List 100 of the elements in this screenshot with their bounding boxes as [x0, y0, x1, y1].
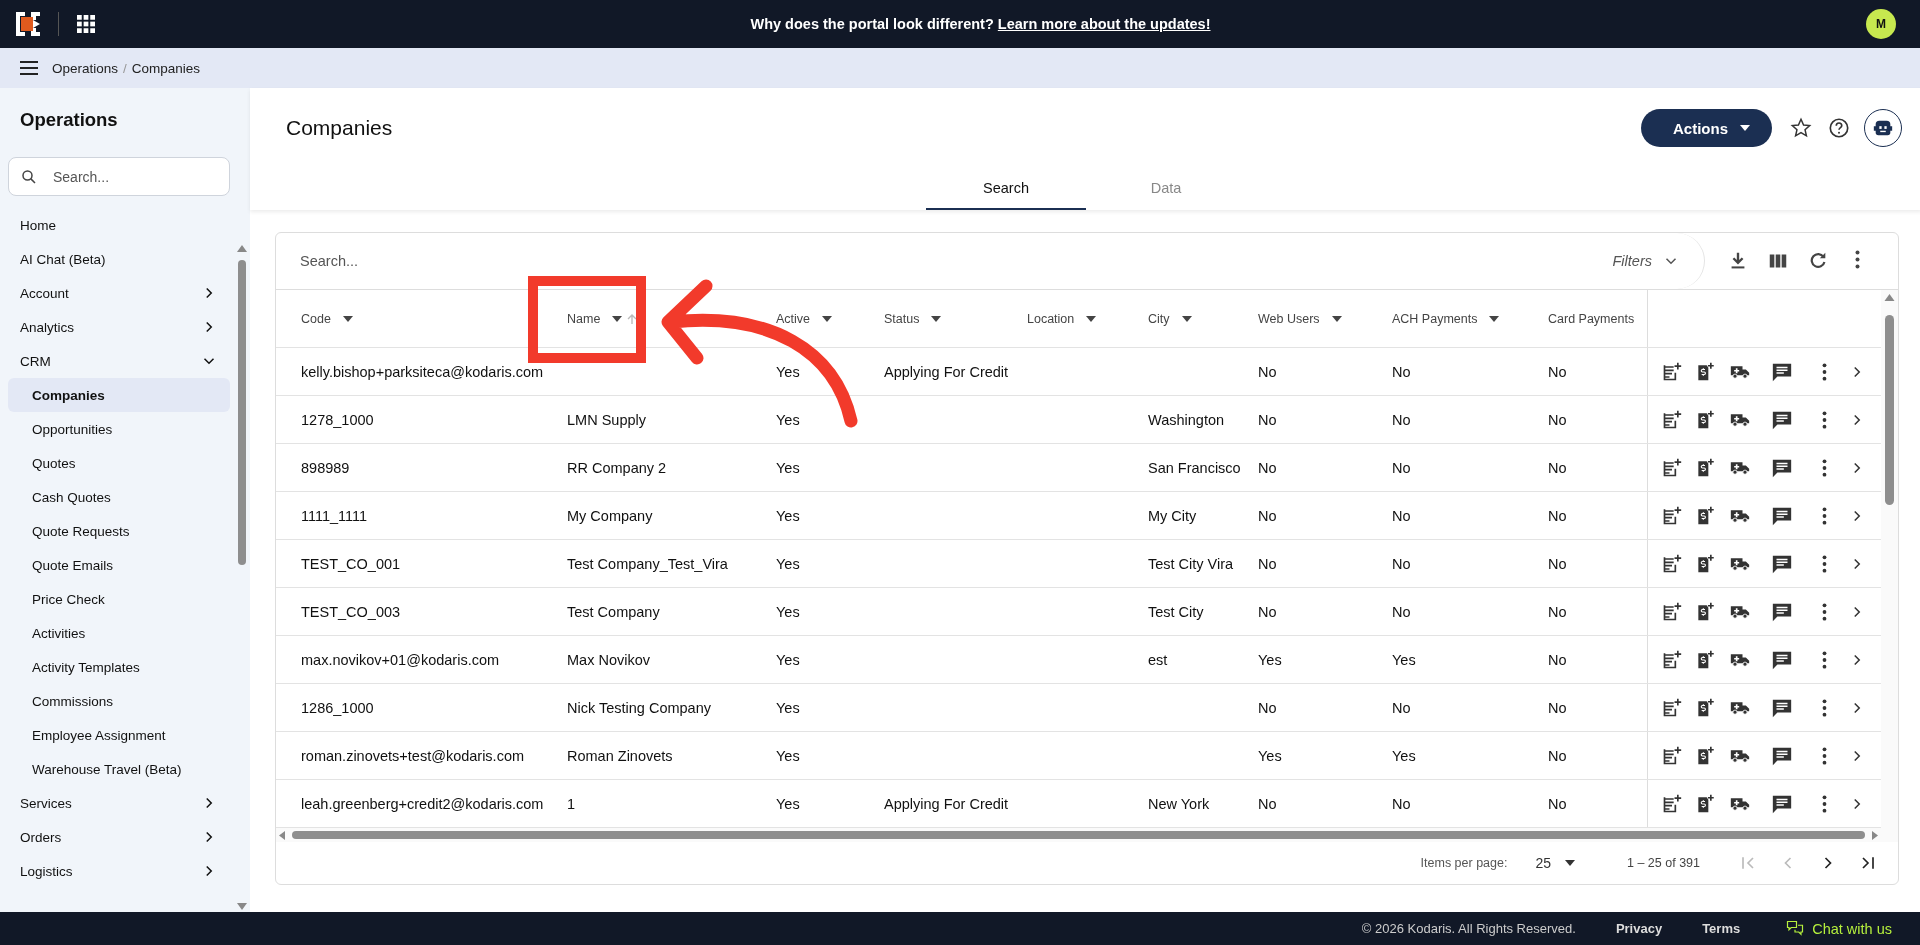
- table-cell: TEST_CO_003: [301, 603, 401, 620]
- table-cell: Yes: [776, 699, 800, 716]
- column-header[interactable]: ACH Payments: [1392, 311, 1500, 326]
- table-cell: No: [1548, 411, 1567, 428]
- table-cell: 1: [567, 795, 576, 812]
- sidebar-item[interactable]: Orders: [8, 820, 230, 854]
- table-cell: No: [1258, 363, 1277, 380]
- tab[interactable]: Data: [1086, 168, 1246, 210]
- scrollbar[interactable]: [236, 245, 248, 912]
- table-cell: Nick Testing Company: [567, 699, 711, 716]
- copyright-text: © 2026 Kodaris. All Rights Reserved.: [1361, 921, 1576, 936]
- scroll-up-icon[interactable]: [1884, 294, 1895, 301]
- user-avatar[interactable]: M: [1866, 9, 1896, 39]
- sidebar-item[interactable]: Analytics: [8, 310, 230, 344]
- table-cell: Yes: [1258, 747, 1282, 764]
- sidebar-item[interactable]: Price Check: [8, 582, 230, 616]
- table-cell: No: [1392, 555, 1411, 572]
- column-header[interactable]: Status: [884, 311, 942, 326]
- sidebar-item[interactable]: Services: [8, 786, 230, 820]
- sidebar-item[interactable]: Account: [8, 276, 230, 310]
- range-label: 1 – 25 of 391: [1627, 856, 1700, 870]
- sidebar-item[interactable]: Cash Quotes: [8, 480, 230, 514]
- table-cell: No: [1258, 699, 1277, 716]
- column-header[interactable]: Code: [301, 311, 353, 326]
- table-cell: Roman Zinovets: [567, 747, 673, 764]
- table-cell: No: [1548, 603, 1567, 620]
- table-cell: No: [1392, 507, 1411, 524]
- scroll-down-icon[interactable]: [237, 903, 247, 910]
- scrollbar-thumb[interactable]: [1885, 315, 1894, 505]
- table-cell: No: [1392, 363, 1411, 380]
- scrollbar[interactable]: [1881, 290, 1898, 828]
- scrollbar[interactable]: [276, 828, 1898, 842]
- scroll-right-icon[interactable]: [1872, 831, 1878, 840]
- sidebar-item[interactable]: Companies: [8, 378, 230, 412]
- scrollbar-thumb[interactable]: [238, 260, 246, 565]
- sidebar-item[interactable]: CRM: [8, 344, 230, 378]
- table-cell: leah.greenberg+credit2@kodaris.com: [301, 795, 544, 812]
- footer-link[interactable]: Terms: [1702, 921, 1741, 936]
- table-cell: No: [1548, 651, 1567, 668]
- table-cell: Test City: [1148, 603, 1204, 620]
- table-cell: No: [1392, 795, 1411, 812]
- table-cell: Yes: [776, 603, 800, 620]
- sidebar-item[interactable]: Quote Requests: [8, 514, 230, 548]
- table-cell: 1111_1111: [301, 507, 368, 524]
- table-cell: No: [1548, 459, 1567, 476]
- learn-more-link[interactable]: Learn more about the updates!: [997, 16, 1211, 32]
- filters-button[interactable]: Filters: [1606, 251, 1686, 271]
- scroll-left-icon[interactable]: [279, 831, 285, 840]
- table-cell: Test City Vira: [1148, 555, 1234, 572]
- sidebar-item[interactable]: AI Chat (Beta): [8, 242, 230, 276]
- search-icon: [20, 168, 38, 186]
- column-header[interactable]: Location: [1027, 311, 1097, 326]
- column-header[interactable]: Web Users: [1258, 311, 1342, 326]
- table-cell: San Francisco: [1148, 459, 1241, 476]
- actions-button[interactable]: Actions: [1641, 109, 1772, 147]
- sort-icon: [1086, 315, 1097, 322]
- sidebar-item[interactable]: Quotes: [8, 446, 230, 480]
- table-cell: Yes: [776, 795, 800, 812]
- page-size-select[interactable]: 25: [1529, 854, 1581, 872]
- scrollbar-thumb[interactable]: [292, 831, 1865, 839]
- table-cell: RR Company 2: [567, 459, 667, 476]
- column-header[interactable]: Name: [567, 311, 638, 326]
- table-cell: Applying For Credit: [884, 795, 1009, 812]
- table-cell: New York: [1148, 795, 1210, 812]
- search-field[interactable]: Search...: [8, 157, 230, 196]
- column-header[interactable]: Card Payments: [1548, 311, 1635, 326]
- column-header[interactable]: City: [1148, 311, 1192, 326]
- scroll-up-icon[interactable]: [237, 245, 247, 252]
- sidebar-item[interactable]: Employee Assignment: [8, 718, 230, 752]
- column-header[interactable]: Active: [776, 311, 833, 326]
- sidebar-item[interactable]: Opportunities: [8, 412, 230, 446]
- table-cell: No: [1392, 699, 1411, 716]
- sort-icon: [931, 315, 942, 322]
- caret-icon: [1740, 125, 1750, 131]
- sidebar-item[interactable]: Home: [8, 208, 230, 242]
- table-cell: No: [1392, 459, 1411, 476]
- chat-button[interactable]: Chat with us: [1780, 918, 1898, 939]
- table-cell: No: [1548, 555, 1567, 572]
- sidebar-item[interactable]: Activities: [8, 616, 230, 650]
- chat-icon: [1786, 919, 1805, 938]
- table-cell: No: [1392, 411, 1411, 428]
- breadcrumb-separator: /: [123, 60, 127, 76]
- sidebar-item[interactable]: Warehouse Travel (Beta): [8, 752, 230, 786]
- footer-link[interactable]: Privacy: [1615, 921, 1663, 936]
- sort-arrow-icon: [627, 313, 638, 324]
- sidebar-item[interactable]: Activity Templates: [8, 650, 230, 684]
- breadcrumb-item[interactable]: Operations: [52, 60, 119, 76]
- sidebar-item[interactable]: Quote Emails: [8, 548, 230, 582]
- table-cell: No: [1258, 603, 1277, 620]
- sidebar-item[interactable]: Logistics: [8, 854, 230, 888]
- sort-icon: [1181, 315, 1192, 322]
- table-cell: Yes: [776, 555, 800, 572]
- table-cell: Yes: [1392, 747, 1416, 764]
- table-cell: No: [1258, 459, 1277, 476]
- sort-icon: [342, 315, 353, 322]
- table-cell: Yes: [776, 411, 800, 428]
- sidebar-item[interactable]: Commissions: [8, 684, 230, 718]
- sort-icon: [1489, 315, 1500, 322]
- table-cell: No: [1548, 507, 1567, 524]
- tab[interactable]: Search: [926, 168, 1086, 210]
